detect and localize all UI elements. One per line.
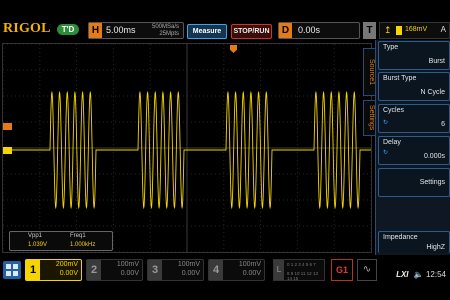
menu-impedance-title: Impedance xyxy=(383,234,418,241)
trigger-source-icon xyxy=(396,26,402,35)
bottom-toolbar: 1 200mV 0.00V 2 100mV 0.00V 3 100mV 0.00… xyxy=(0,256,450,300)
menu-type-title: Type xyxy=(383,44,399,51)
logic-analyzer-box[interactable]: L 0 1 2 3 4 5 6 7 8 9 10 11 12 13 14 15 xyxy=(273,259,325,281)
trigger-edge-icon: ↥ xyxy=(384,25,392,35)
channel-scale: 100mV xyxy=(116,261,139,268)
trigger-level-marker[interactable] xyxy=(3,123,12,130)
clock-time: 12:54 xyxy=(425,270,446,279)
top-toolbar: RIGOL T'D H 5.00ms 500MSa/s 25Mpts Measu… xyxy=(0,0,450,40)
logic-label: L xyxy=(274,260,284,280)
timebase-value: 5.00ms xyxy=(106,25,136,35)
menu-type[interactable]: Type Burst xyxy=(378,41,450,70)
sample-rate: 500MSa/s xyxy=(151,24,179,30)
delay-box[interactable]: D 0.00s xyxy=(278,22,360,39)
channel-scale: 100mV xyxy=(177,261,200,268)
freq-label: Freq1 xyxy=(70,233,86,239)
measurement-panel[interactable]: Vpp1 1.039V Freq1 1.000kHz xyxy=(9,231,113,251)
status-area: LXI 🔈 12:54 xyxy=(396,270,446,279)
menu-delay[interactable]: Delay ↻ 0.000s xyxy=(378,136,450,165)
measure-button[interactable]: Measure xyxy=(187,24,227,39)
grid-lines xyxy=(3,44,371,252)
logic-channels-high: 8 9 10 11 12 13 14 15 xyxy=(287,271,318,281)
logic-channels-low: 0 1 2 3 4 5 6 7 xyxy=(287,262,316,267)
channel-offset: 0.00V xyxy=(181,270,200,277)
trigger-mode: A xyxy=(440,25,446,34)
memory-depth: 25Mpts xyxy=(159,31,179,37)
knob-icon: ↻ xyxy=(383,120,389,126)
channel-3-box[interactable]: 3 100mV 0.00V xyxy=(147,259,204,281)
math-wave-icon[interactable]: ∿ xyxy=(357,259,377,281)
delay-value: 0.00s xyxy=(298,25,321,35)
channel-scale: 200mV xyxy=(55,261,78,268)
trigger-badge[interactable]: T xyxy=(363,22,376,39)
vpp-value: 1.039V xyxy=(28,242,48,248)
horizontal-timebase-box[interactable]: H 5.00ms 500MSa/s 25Mpts xyxy=(88,22,184,39)
channel-offset: 0.00V xyxy=(120,270,139,277)
home-grid-icon[interactable] xyxy=(3,261,21,279)
menu-type-value: Burst xyxy=(428,58,445,65)
trigger-status-box[interactable]: ↥ 168mV A xyxy=(379,22,450,39)
channel-offset: 0.00V xyxy=(242,270,261,277)
menu-delay-value: 0.000s xyxy=(423,153,445,160)
tab-source[interactable]: Source1 xyxy=(363,48,375,96)
menu-settings-label: Settings xyxy=(419,179,445,186)
menu-cycles-title: Cycles xyxy=(383,107,405,114)
channel-number: 1 xyxy=(26,260,40,280)
channel-number: 2 xyxy=(87,260,101,280)
menu-impedance-value: HighZ xyxy=(426,244,445,251)
side-menu: Source1 Settings Type Burst Burst Type N… xyxy=(363,40,450,255)
menu-burst-type-title: Burst Type xyxy=(383,75,417,82)
tab-settings[interactable]: Settings xyxy=(363,100,375,136)
freq-value: 1.000kHz xyxy=(70,242,96,248)
menu-settings[interactable]: Settings xyxy=(378,168,450,197)
menu-burst-type[interactable]: Burst Type N Cycle xyxy=(378,72,450,101)
speaker-icon[interactable]: 🔈 xyxy=(414,270,424,279)
ch1-offset-marker[interactable] xyxy=(3,147,12,154)
menu-cycles-value: 6 xyxy=(441,121,445,128)
channel-number: 4 xyxy=(209,260,223,280)
generator-button[interactable]: G1 xyxy=(331,259,353,281)
vpp-label: Vpp1 xyxy=(28,233,43,239)
channel-1-box[interactable]: 1 200mV 0.00V xyxy=(25,259,82,281)
run-state-badge[interactable]: T'D xyxy=(57,24,79,35)
delay-badge: D xyxy=(279,23,292,38)
channel-scale: 100mV xyxy=(238,261,261,268)
lxi-icon: LXI xyxy=(396,270,409,279)
menu-impedance[interactable]: Impedance HighZ xyxy=(378,231,450,253)
rigol-logo: RIGOL xyxy=(3,21,51,36)
horizontal-badge: H xyxy=(89,23,102,38)
stop-run-button[interactable]: STOP/RUN xyxy=(231,24,272,39)
channel-4-box[interactable]: 4 100mV 0.00V xyxy=(208,259,265,281)
waveform-display[interactable] xyxy=(2,43,372,253)
channel-offset: 0.00V xyxy=(59,270,78,277)
menu-burst-type-value: N Cycle xyxy=(420,89,445,96)
channel-number: 3 xyxy=(148,260,162,280)
menu-delay-title: Delay xyxy=(383,139,401,146)
trigger-level: 168mV xyxy=(405,26,428,33)
menu-cycles[interactable]: Cycles ↻ 6 xyxy=(378,104,450,133)
knob-icon: ↻ xyxy=(383,150,389,156)
sample-rate-info: 500MSa/s 25Mpts xyxy=(152,24,179,38)
channel-2-box[interactable]: 2 100mV 0.00V xyxy=(86,259,143,281)
graticule xyxy=(3,44,371,252)
